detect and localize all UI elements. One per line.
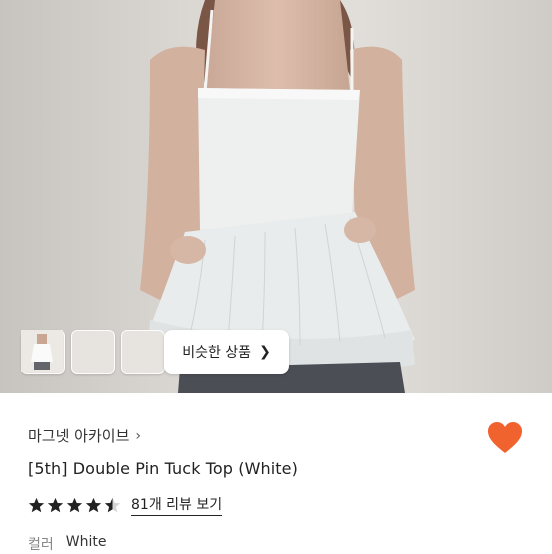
product-image[interactable]: 비슷한 상품 ❯ bbox=[0, 0, 552, 393]
product-title: [5th] Double Pin Tuck Top (White) bbox=[28, 459, 298, 478]
rating-row: 81개 리뷰 보기 bbox=[28, 494, 223, 516]
star-icon bbox=[66, 497, 83, 512]
star-half-icon bbox=[104, 497, 121, 512]
color-value: White bbox=[65, 534, 107, 550]
similar-products-button[interactable]: 비슷한 상품 ❯ bbox=[164, 330, 289, 374]
shop-name: 마그넷 아카이브 bbox=[28, 427, 130, 445]
shop-link[interactable]: 마그넷 아카이브 › bbox=[28, 425, 141, 446]
thumbnail-2[interactable] bbox=[21, 330, 115, 374]
color-option-row: 컬러 White bbox=[28, 534, 106, 554]
heart-icon[interactable] bbox=[487, 421, 523, 455]
product-info: 마그넷 아카이브 › [5th] Double Pin Tuck Top (Wh… bbox=[0, 393, 552, 554]
thumbnail-strip bbox=[21, 330, 165, 374]
thumbnail-3[interactable] bbox=[21, 330, 165, 374]
chevron-right-icon: › bbox=[135, 427, 141, 444]
color-label: 컬러 bbox=[28, 537, 54, 553]
star-icon bbox=[47, 497, 64, 512]
review-link[interactable]: 81개 리뷰 보기 bbox=[131, 494, 223, 516]
star-icon bbox=[85, 497, 102, 512]
star-icon bbox=[28, 497, 45, 512]
chevron-right-icon: ❯ bbox=[259, 344, 271, 360]
similar-products-label: 비슷한 상품 bbox=[182, 345, 252, 361]
